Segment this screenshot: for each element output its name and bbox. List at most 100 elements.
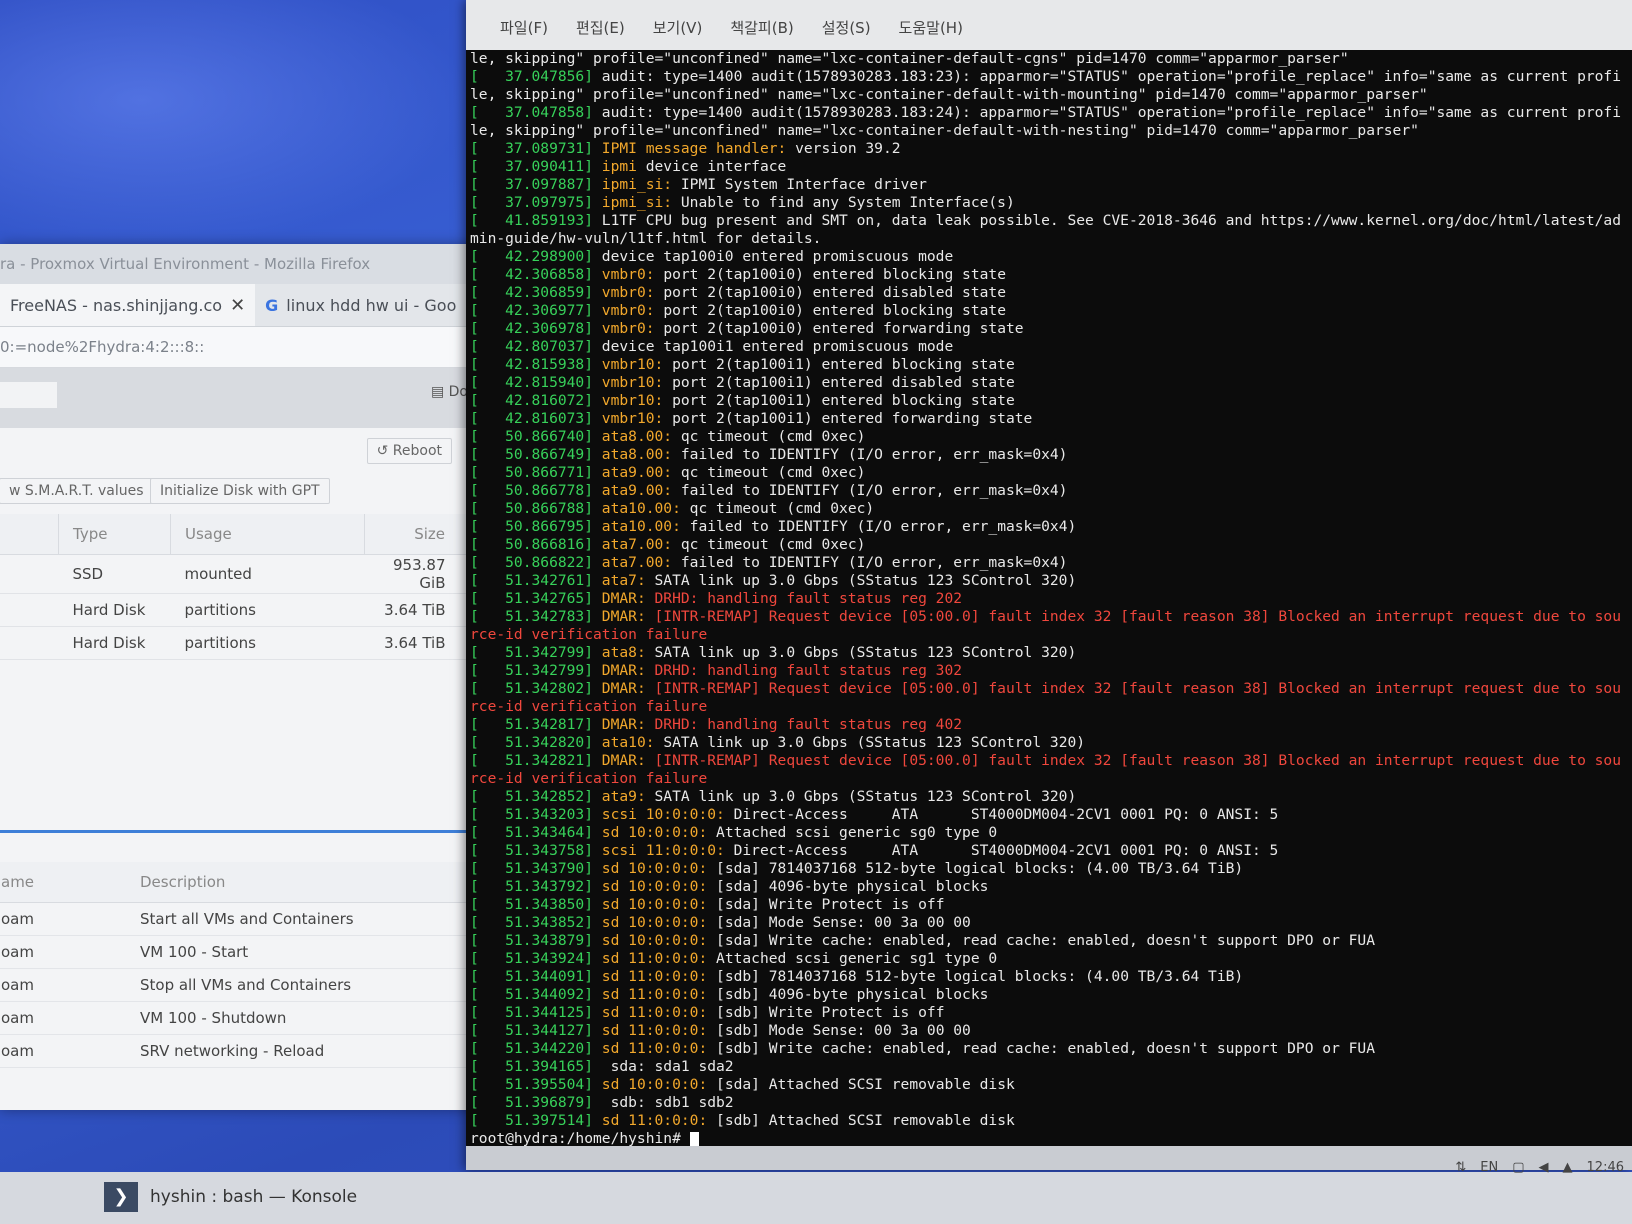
- url-bar[interactable]: 0:=node%2Fhydra:4:2:::8::: [0, 327, 478, 368]
- language-indicator[interactable]: EN: [1480, 1160, 1498, 1175]
- terminal-line: [ 42.306977] vmbr0: port 2(tap100i0) ent…: [470, 302, 1006, 319]
- terminal-line: [ 51.344092] sd 11:0:0:0: [sdb] 4096-byt…: [470, 986, 989, 1003]
- terminal-line: [ 51.342821] DMAR: [INTR-REMAP] Request …: [470, 752, 1622, 769]
- terminal-line: [ 42.807037] device tap100i1 entered pro…: [470, 338, 954, 355]
- menu-edit[interactable]: 편집(E): [562, 17, 639, 50]
- konsole-window: 파일(F) 편집(E) 보기(V) 책갈피(B) 설정(S) 도움말(H) le…: [466, 0, 1632, 1170]
- volume-icon[interactable]: ◀: [1539, 1160, 1549, 1175]
- terminal-line: [ 37.097975] ipmi_si: Unable to find any…: [470, 194, 1015, 211]
- menu-settings[interactable]: 설정(S): [808, 17, 885, 50]
- terminal-line: [ 51.344127] sd 11:0:0:0: [sdb] Mode Sen…: [470, 1022, 971, 1039]
- column-size[interactable]: Size: [364, 514, 478, 555]
- tab-freenas[interactable]: FreeNAS - nas.shinjjang.co ✕: [0, 284, 256, 326]
- documentation-button[interactable]: ▤ Do: [431, 384, 468, 400]
- terminal-line: [ 42.306978] vmbr0: port 2(tap100i0) ent…: [470, 320, 1024, 337]
- terminal-line: [ 42.306858] vmbr0: port 2(tap100i0) ent…: [470, 266, 1006, 283]
- terminal-line: [ 37.097887] ipmi_si: IPMI System Interf…: [470, 176, 927, 193]
- text-cursor: [689, 1131, 699, 1147]
- column-description[interactable]: Description: [126, 862, 478, 903]
- table-row[interactable]: Hard Disk partitions 3.64 TiB: [0, 626, 478, 660]
- terminal-line: [ 51.343852] sd 10:0:0:0: [sda] Mode Sen…: [470, 914, 971, 931]
- terminal-line: [ 51.343924] sd 11:0:0:0: Attached scsi …: [470, 950, 998, 967]
- menu-view[interactable]: 보기(V): [639, 17, 717, 50]
- table-row[interactable]: oam Start all VMs and Containers: [0, 902, 478, 936]
- book-icon: ▤: [430, 384, 445, 400]
- terminal-line: [ 51.344220] sd 11:0:0:0: [sdb] Write ca…: [470, 1040, 1375, 1057]
- tasks-panel: ame Description oam Start all VMs and Con…: [0, 862, 478, 1068]
- konsole-icon: ❯: [104, 1182, 138, 1212]
- terminal-line: [ 51.342765] DMAR: DRHD: handling fault …: [470, 590, 963, 607]
- disk-toolbar: w S.M.A.R.T. values Initialize Disk with…: [0, 472, 478, 514]
- terminal-line: [ 50.866795] ata10.00: failed to IDENTIF…: [470, 518, 1077, 535]
- terminal-line: rce-id verification failure: [470, 698, 708, 715]
- google-icon: G: [265, 295, 279, 315]
- column-name[interactable]: ame: [0, 862, 126, 903]
- terminal-line: [ 51.342817] DMAR: DRHD: handling fault …: [470, 716, 963, 733]
- table-row[interactable]: Hard Disk partitions 3.64 TiB: [0, 593, 478, 627]
- smart-values-button[interactable]: w S.M.A.R.T. values: [0, 478, 154, 504]
- tab-google[interactable]: G linux hdd hw ui - Goo: [255, 284, 466, 326]
- terminal-line: [ 42.816072] vmbr10: port 2(tap100i1) en…: [470, 392, 1015, 409]
- terminal-line: rce-id verification failure: [470, 626, 708, 643]
- tab-strip: FreeNAS - nas.shinjjang.co ✕ G linux hdd…: [0, 284, 478, 327]
- expand-tray-icon[interactable]: ▲: [1563, 1160, 1573, 1175]
- terminal-line: [ 51.344091] sd 11:0:0:0: [sdb] 78140371…: [470, 968, 1244, 985]
- table-row[interactable]: oam SRV networking - Reload: [0, 1034, 478, 1068]
- terminal-line: [ 51.343790] sd 10:0:0:0: [sda] 78140371…: [470, 860, 1244, 877]
- column-type[interactable]: Type: [58, 514, 171, 555]
- terminal-line: [ 50.866788] ata10.00: qc timeout (cmd 0…: [470, 500, 875, 517]
- terminal-line: [ 42.816073] vmbr10: port 2(tap100i1) en…: [470, 410, 1033, 427]
- terminal-line: [ 37.047856] audit: type=1400 audit(1578…: [470, 68, 1621, 85]
- terminal-output[interactable]: le, skipping" profile="unconfined" name=…: [466, 50, 1632, 1170]
- taskbar-konsole-entry[interactable]: ❯ hyshin : bash — Konsole: [104, 1182, 357, 1212]
- terminal-line: [ 42.298900] device tap100i0 entered pro…: [470, 248, 954, 265]
- tab-label: FreeNAS - nas.shinjjang.co: [10, 295, 223, 315]
- terminal-line: le, skipping" profile="unconfined" name=…: [470, 86, 1428, 103]
- terminal-line: min-guide/hw-vuln/l1tf.html for details.: [470, 230, 822, 247]
- terminal-line: [ 51.342802] DMAR: [INTR-REMAP] Request …: [470, 680, 1622, 697]
- terminal-line: [ 37.090411] ipmi device interface: [470, 158, 787, 175]
- close-icon[interactable]: ✕: [230, 295, 245, 316]
- reboot-button[interactable]: ↺ Reboot: [366, 438, 452, 464]
- taskbar-task-label: hyshin : bash — Konsole: [150, 1187, 358, 1207]
- clipboard-icon[interactable]: ▢: [1512, 1160, 1524, 1175]
- terminal-line: rce-id verification failure: [470, 770, 708, 787]
- menu-bookmarks[interactable]: 책갈피(B): [716, 17, 807, 50]
- terminal-line: [ 50.866771] ata9.00: qc timeout (cmd 0x…: [470, 464, 866, 481]
- terminal-line: [ 50.866778] ata9.00: failed to IDENTIFY…: [470, 482, 1068, 499]
- initialize-disk-button[interactable]: Initialize Disk with GPT: [150, 478, 330, 504]
- firefox-window: ra - Proxmox Virtual Environment - Mozil…: [0, 244, 478, 1110]
- terminal-line: [ 50.866740] ata8.00: qc timeout (cmd 0x…: [470, 428, 866, 445]
- network-icon[interactable]: ⇅: [1455, 1160, 1466, 1175]
- table-row[interactable]: oam Stop all VMs and Containers: [0, 968, 478, 1002]
- terminal-line: [ 51.394165] sda: sda1 sda2: [470, 1058, 734, 1075]
- menu-file[interactable]: 파일(F): [486, 17, 562, 50]
- terminal-line: [ 51.342799] DMAR: DRHD: handling fault …: [470, 662, 963, 679]
- table-row[interactable]: SSD mounted 953.87 GiB: [0, 554, 478, 594]
- panel-divider[interactable]: [0, 830, 478, 833]
- terminal-line: [ 51.343203] scsi 10:0:0:0: Direct-Acces…: [470, 806, 1279, 823]
- terminal-line: [ 51.397514] sd 11:0:0:0: [sdb] Attached…: [470, 1112, 1015, 1129]
- search-box[interactable]: [0, 382, 57, 408]
- terminal-line: [ 51.343850] sd 10:0:0:0: [sda] Write Pr…: [470, 896, 945, 913]
- terminal-line: le, skipping" profile="unconfined" name=…: [470, 122, 1419, 139]
- terminal-line: [ 51.342852] ata9: SATA link up 3.0 Gbps…: [470, 788, 1077, 805]
- menu-help[interactable]: 도움말(H): [885, 17, 977, 50]
- terminal-line: le, skipping" profile="unconfined" name=…: [470, 50, 1349, 67]
- tasks-table: ame Description oam Start all VMs and Con…: [0, 862, 478, 1068]
- table-row[interactable]: oam VM 100 - Shutdown: [0, 1001, 478, 1035]
- terminal-line: [ 41.859193] L1TF CPU bug present and SM…: [470, 212, 1621, 229]
- terminal-line: [ 51.342799] ata8: SATA link up 3.0 Gbps…: [470, 644, 1077, 661]
- disk-table: Type Usage Size SSD mounted 953.87 GiB H…: [0, 514, 478, 660]
- terminal-line: [ 51.343464] sd 10:0:0:0: Attached scsi …: [470, 824, 998, 841]
- system-tray: ⇅ EN ▢ ◀ ▲ 12:46: [1455, 1160, 1632, 1175]
- terminal-line: [ 50.866816] ata7.00: qc timeout (cmd 0x…: [470, 536, 866, 553]
- terminal-line: [ 42.815938] vmbr10: port 2(tap100i1) en…: [470, 356, 1015, 373]
- clock[interactable]: 12:46: [1587, 1160, 1624, 1175]
- node-toolbar: ↺ Reboot: [0, 428, 478, 472]
- terminal-line: [ 51.343792] sd 10:0:0:0: [sda] 4096-byt…: [470, 878, 989, 895]
- table-row[interactable]: oam VM 100 - Start: [0, 935, 478, 969]
- column-usage[interactable]: Usage: [170, 514, 365, 555]
- taskbar: ❯ hyshin : bash — Konsole: [0, 1172, 1632, 1224]
- terminal-line: [ 51.342820] ata10: SATA link up 3.0 Gbp…: [470, 734, 1086, 751]
